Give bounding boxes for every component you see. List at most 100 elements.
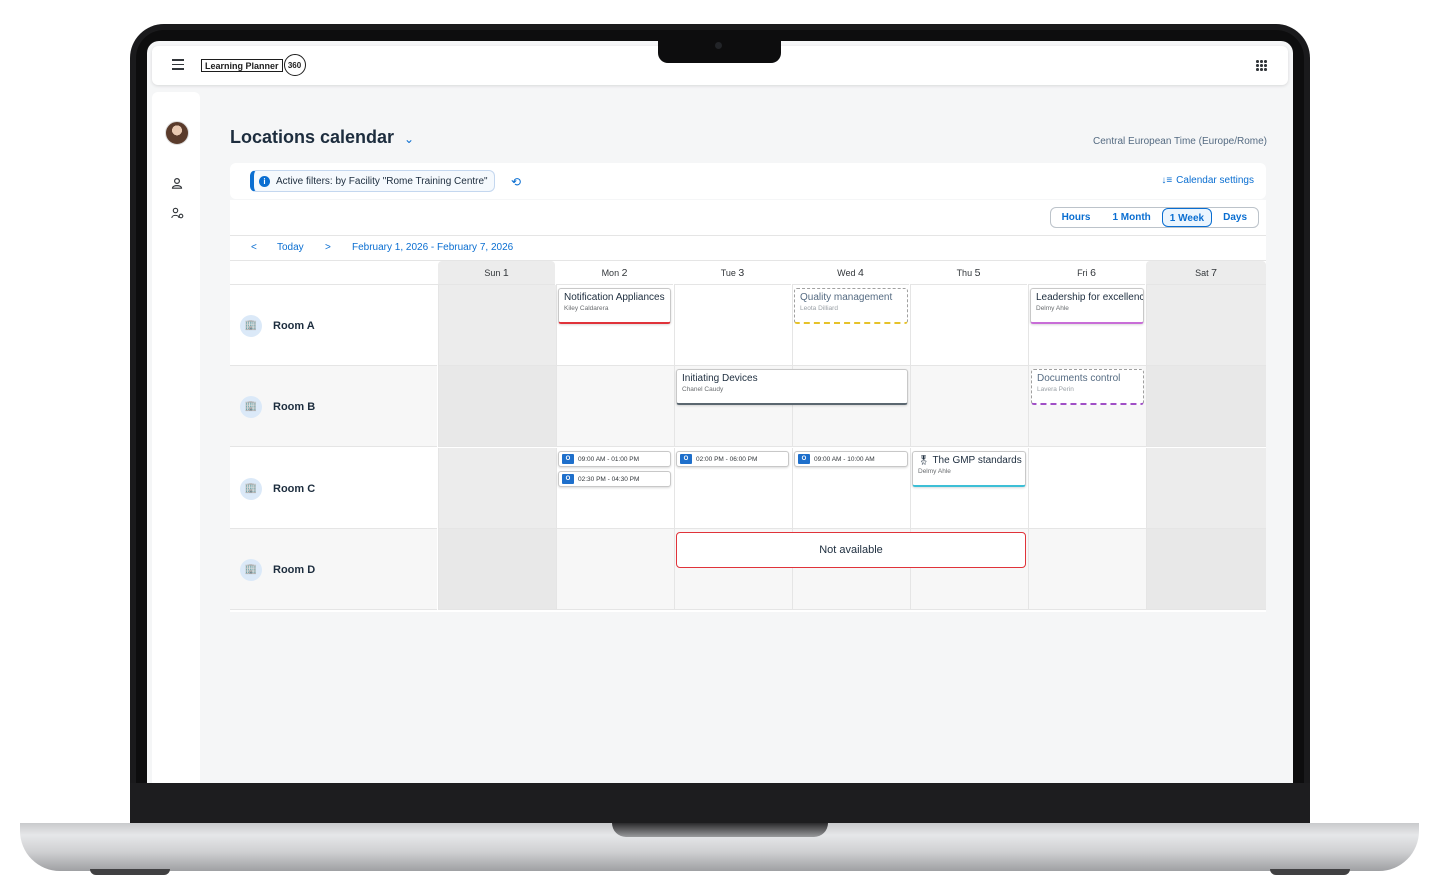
hamburger-icon[interactable]	[172, 59, 184, 70]
user-settings-icon[interactable]	[170, 207, 184, 221]
room-row-b: 🏢 Room B	[230, 366, 437, 447]
sort-icon: ↓≡	[1161, 175, 1173, 186]
logo-text: Learning Planner	[201, 58, 283, 72]
outlook-icon: O	[562, 454, 574, 464]
event-instructor: Delmy Ahle	[918, 468, 951, 475]
day-header-spacer	[230, 261, 438, 285]
active-filter-text: Active filters: by Facility "Rome Traini…	[276, 175, 488, 187]
room-row-c: 🏢 Room C	[230, 448, 437, 529]
building-icon: 🏢	[240, 395, 262, 418]
event-instructor: Leota Dilliard	[800, 305, 838, 312]
laptop-base-notch	[612, 823, 828, 837]
time-slot[interactable]: O 09:00 AM - 01:00 PM	[558, 451, 671, 467]
calendar-panel: Hours 1 Month 1 Week Days < Today > Febr…	[230, 200, 1266, 612]
day-header-mon: Mon 2	[556, 261, 673, 285]
view-hours-button[interactable]: Hours	[1051, 208, 1102, 227]
event-gmp-standards[interactable]: 🎖 The GMP standards Delmy Ahle	[912, 451, 1026, 487]
time-slot[interactable]: O 02:00 PM - 06:00 PM	[676, 451, 789, 467]
award-icon: 🎖	[918, 455, 930, 465]
avatar[interactable]	[165, 121, 189, 145]
prev-week-button[interactable]: <	[251, 242, 257, 253]
event-title: Initiating Devices	[682, 373, 758, 384]
day-header-tue: Tue 3	[674, 261, 791, 285]
building-icon: 🏢	[240, 558, 262, 581]
calendar-settings-label: Calendar settings	[1176, 175, 1254, 186]
logo-badge: 360	[283, 54, 306, 76]
cell-d-sun[interactable]	[438, 529, 556, 610]
building-icon: 🏢	[240, 477, 262, 500]
date-range-label[interactable]: February 1, 2026 - February 7, 2026	[352, 242, 513, 253]
day-header-wed: Wed 4	[792, 261, 909, 285]
cell-d-sat[interactable]	[1146, 529, 1266, 610]
laptop-foot-right	[1270, 869, 1350, 875]
cell-b-mon[interactable]	[556, 366, 674, 447]
reset-icon[interactable]: ⟲	[511, 175, 521, 189]
view-mode-switch: Hours 1 Month 1 Week Days	[1049, 207, 1259, 228]
app-screen: Learning Planner 360 Locations calendar …	[147, 41, 1293, 783]
cell-a-sat[interactable]	[1146, 285, 1266, 366]
view-bar: Hours 1 Month 1 Week Days	[230, 200, 1266, 236]
cell-a-thu[interactable]	[910, 285, 1028, 366]
page-title: Locations calendar	[230, 127, 395, 147]
main-content: Locations calendar ⌄ Central European Ti…	[206, 92, 1293, 783]
event-title: 🎖 The GMP standards	[918, 455, 1022, 466]
today-button[interactable]: Today	[277, 242, 304, 253]
view-days-button[interactable]: Days	[1212, 208, 1258, 227]
day-header-sat: Sat 7	[1146, 261, 1266, 285]
room-name: Room D	[273, 563, 316, 576]
day-header-thu: Thu 5	[910, 261, 1027, 285]
cell-d-mon[interactable]	[556, 529, 674, 610]
cell-b-sat[interactable]	[1146, 366, 1266, 447]
event-quality-management[interactable]: Quality management Leota Dilliard	[794, 288, 908, 324]
chevron-down-icon[interactable]: ⌄	[404, 132, 414, 146]
not-available-block: Not available	[676, 532, 1026, 568]
cell-a-sun[interactable]	[438, 285, 556, 366]
outlook-icon: O	[798, 454, 810, 464]
timezone-label: Central European Time (Europe/Rome)	[1093, 136, 1267, 147]
camera-icon	[715, 42, 722, 49]
grid-icon[interactable]	[1256, 60, 1267, 71]
time-slot[interactable]: O 09:00 AM - 10:00 AM	[794, 451, 908, 467]
room-name: Room B	[273, 400, 316, 413]
room-row-a: 🏢 Room A	[230, 285, 437, 366]
event-notification-appliances[interactable]: Notification Appliances Kiley Caldarera	[558, 288, 671, 324]
event-documents-control[interactable]: Documents control Lavera Perin	[1031, 369, 1144, 405]
laptop-foot-left	[90, 869, 170, 875]
event-initiating-devices[interactable]: Initiating Devices Chanel Caudy	[676, 369, 908, 405]
day-header-sun: Sun 1	[438, 261, 555, 285]
cell-b-thu[interactable]	[910, 366, 1028, 447]
event-title: Notification Appliances	[564, 292, 665, 303]
cell-b-sun[interactable]	[438, 366, 556, 447]
view-month-button[interactable]: 1 Month	[1101, 208, 1161, 227]
building-icon: 🏢	[240, 314, 262, 337]
time-slot-label: 02:30 PM - 04:30 PM	[578, 475, 640, 483]
laptop-chin	[130, 783, 1310, 823]
side-nav	[152, 92, 200, 783]
event-leadership-for-excellence[interactable]: Leadership for excellence Delmy Ahle	[1030, 288, 1144, 324]
date-navigation: < Today > February 1, 2026 - February 7,…	[230, 236, 1266, 261]
cell-c-sat[interactable]	[1146, 448, 1266, 529]
room-name: Room C	[273, 482, 316, 495]
user-icon[interactable]	[170, 177, 184, 191]
event-instructor: Kiley Caldarera	[564, 305, 609, 312]
active-filter-chip[interactable]: i Active filters: by Facility "Rome Trai…	[250, 170, 495, 192]
cell-c-fri[interactable]	[1028, 448, 1146, 529]
info-icon: i	[259, 175, 270, 187]
event-title: Leadership for excellence	[1036, 292, 1144, 303]
app-logo[interactable]: Learning Planner 360	[201, 53, 306, 77]
event-title: Quality management	[800, 292, 893, 303]
calendar-settings-button[interactable]: ↓≡ Calendar settings	[1161, 175, 1254, 186]
cell-a-tue[interactable]	[674, 285, 792, 366]
cell-d-fri[interactable]	[1028, 529, 1146, 610]
view-week-button[interactable]: 1 Week	[1161, 208, 1213, 227]
room-row-d: 🏢 Room D	[230, 529, 437, 610]
next-week-button[interactable]: >	[325, 242, 331, 253]
day-header-fri: Fri 6	[1028, 261, 1145, 285]
room-name: Room A	[273, 319, 315, 332]
time-slot[interactable]: O 02:30 PM - 04:30 PM	[558, 471, 671, 487]
cell-c-sun[interactable]	[438, 448, 556, 529]
event-instructor: Lavera Perin	[1037, 386, 1074, 393]
time-slot-label: 09:00 AM - 01:00 PM	[578, 455, 640, 463]
time-slot-label: 02:00 PM - 06:00 PM	[696, 455, 758, 463]
event-title: Documents control	[1037, 373, 1121, 384]
